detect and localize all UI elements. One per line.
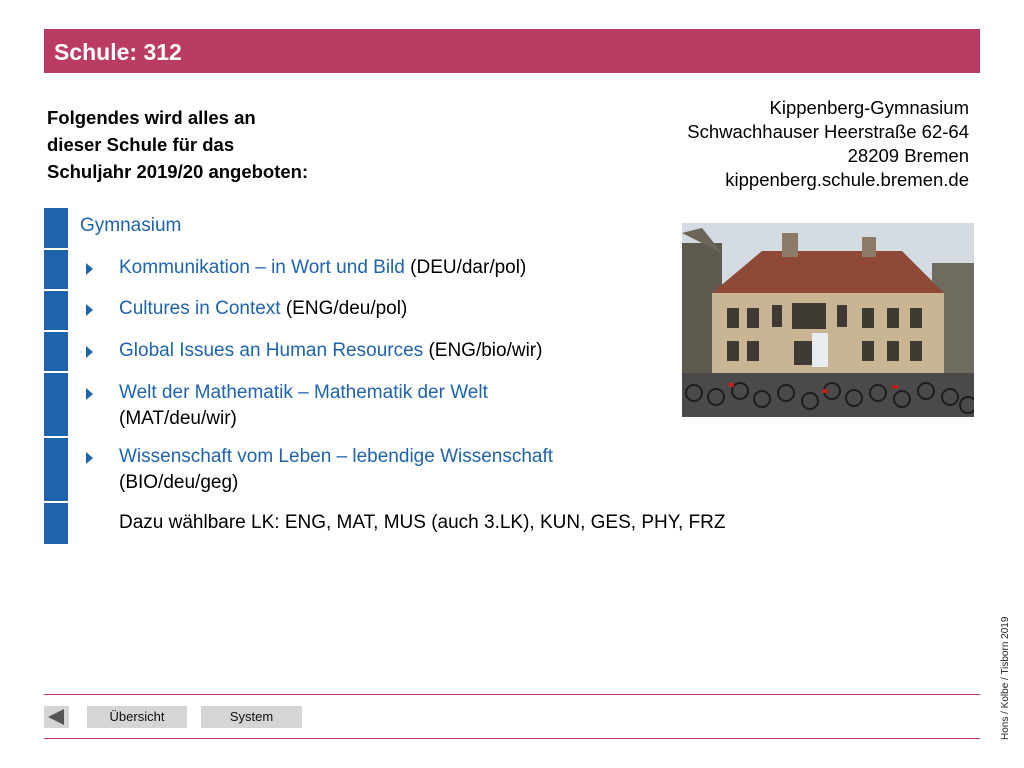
intro-line: Schuljahr 2019/20 angeboten: <box>47 161 309 182</box>
footer-divider-top <box>44 694 980 695</box>
accent-bar <box>44 208 68 544</box>
school-city: 28209 Bremen <box>847 145 969 166</box>
footer-divider-bottom <box>44 738 980 739</box>
caret-right-icon <box>86 263 93 275</box>
course-subjects: (ENG/bio/wir) <box>428 340 543 361</box>
course-name: Cultures in Context <box>119 298 281 319</box>
school-photo <box>682 223 974 417</box>
course-subjects: (DEU/dar/pol) <box>410 257 527 278</box>
course-name: Kommunikation – in Wort und Bild <box>119 257 405 278</box>
course-name: Global Issues an Human Resources <box>119 340 424 361</box>
intro-line: dieser Schule für das <box>47 134 235 155</box>
course-name: Wissenschaft vom Leben – lebendige Wisse… <box>119 446 554 467</box>
page-title: Schule: 312 <box>54 39 182 65</box>
school-street: Schwachhauser Heerstraße 62-64 <box>687 121 969 142</box>
intro-text: Folgendes wird alles an dieser Schule fü… <box>47 104 387 185</box>
school-type-heading: Gymnasium <box>80 215 182 236</box>
electives-text: Dazu wählbare LK: ENG, MAT, MUS (auch 3.… <box>119 512 726 533</box>
caret-right-icon <box>86 452 93 464</box>
arrow-left-icon <box>48 709 64 725</box>
system-button[interactable]: System <box>201 706 302 728</box>
caret-right-icon <box>86 346 93 358</box>
intro-line: Folgendes wird alles an <box>47 107 256 128</box>
course-subjects: (MAT/deu/wir) <box>119 408 237 429</box>
back-button[interactable] <box>44 706 69 728</box>
credit-text: Hons / Kolbe / Tisborn 2019 <box>1000 616 1011 740</box>
caret-right-icon <box>86 388 93 400</box>
school-address: Kippenberg-Gymnasium Schwachhauser Heers… <box>549 96 969 192</box>
overview-button[interactable]: Übersicht <box>87 706 187 728</box>
course-subjects: (BIO/deu/geg) <box>119 472 239 493</box>
school-name: Kippenberg-Gymnasium <box>769 97 969 118</box>
school-website: kippenberg.schule.bremen.de <box>725 169 969 190</box>
course-subjects: (ENG/deu/pol) <box>285 298 408 319</box>
header-bar: Schule: 312 <box>44 29 980 73</box>
caret-right-icon <box>86 304 93 316</box>
course-name: Welt der Mathematik – Mathematik der Wel… <box>119 382 488 403</box>
